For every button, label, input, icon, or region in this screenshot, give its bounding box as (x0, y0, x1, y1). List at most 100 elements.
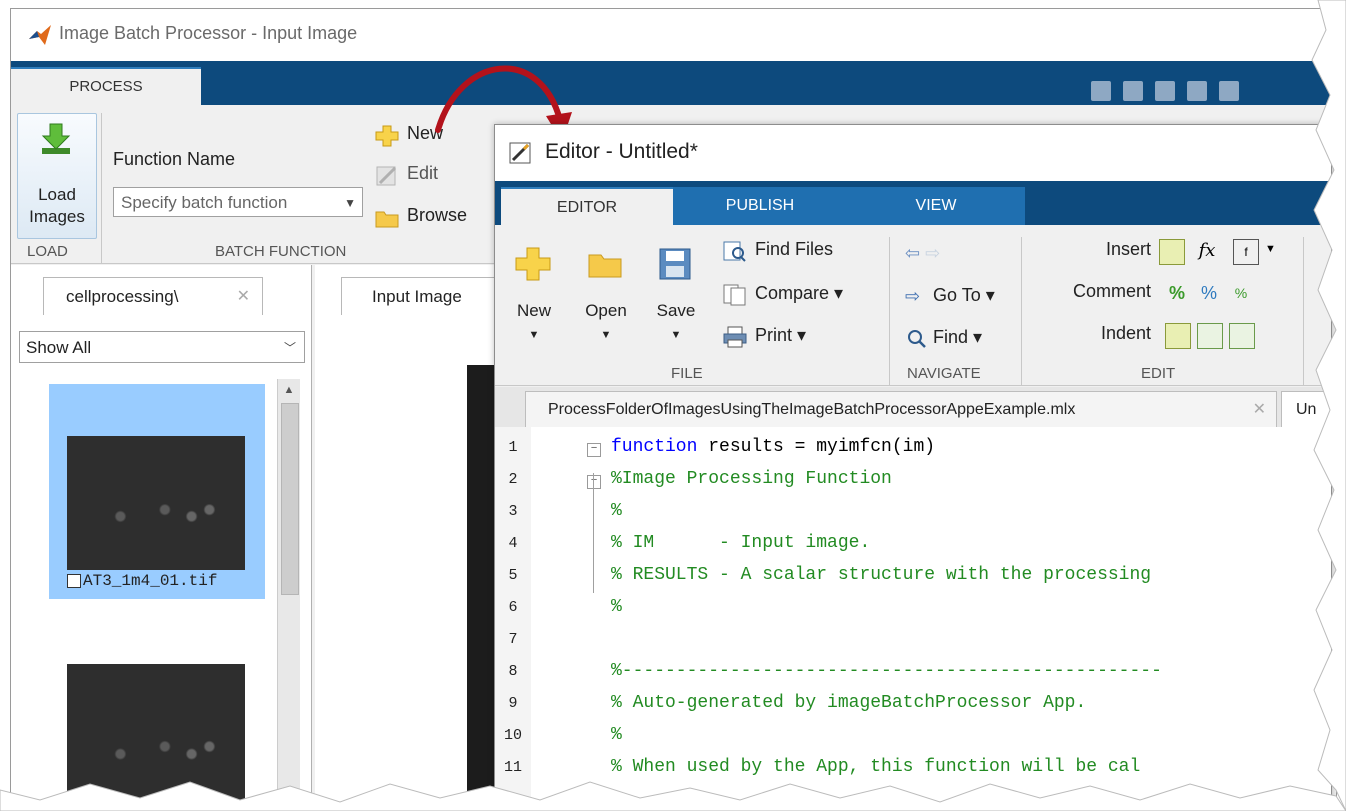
find-files-label: Find Files (755, 239, 834, 259)
print-text: Print (755, 325, 793, 345)
tab-process[interactable]: PROCESS (11, 67, 201, 107)
new-button[interactable]: New ▼ (503, 237, 565, 357)
chevron-down-icon: ▼ (528, 329, 540, 341)
comment-percent-icon[interactable]: % (1165, 281, 1189, 305)
editor-pencil-icon (509, 142, 531, 164)
fold-toggle-icon[interactable]: − (587, 443, 601, 457)
uncomment-icon[interactable]: % (1197, 281, 1221, 305)
find-label: Find ▾ (933, 327, 983, 347)
code-line-2: %Image Processing Function (611, 469, 892, 489)
editor-title-bar: Editor - Untitled* (495, 125, 1331, 181)
printer-icon (723, 326, 747, 348)
fold-toggle-icon[interactable]: − (587, 475, 601, 489)
tab-view[interactable]: VIEW (847, 187, 1025, 225)
show-filter-select[interactable]: Show All ﹀ (19, 331, 305, 363)
decrease-indent-icon[interactable] (1229, 323, 1255, 349)
scroll-up-icon[interactable]: ▲ (278, 379, 300, 401)
left-tab-label: cellprocessing\ (66, 287, 179, 306)
line-number: 1 (508, 439, 518, 456)
function-name-label: Function Name (113, 149, 236, 169)
close-icon[interactable]: ✕ (237, 278, 250, 316)
chevron-down-icon: ﹀ (283, 341, 296, 355)
scrollbar-thumb[interactable] (281, 403, 299, 595)
magnifier-icon (908, 330, 926, 348)
tab-cellprocessing[interactable]: cellprocessing\ ✕ (43, 277, 263, 315)
cell-image-thumbnail (67, 436, 245, 570)
compare-label: Compare ▾ (755, 283, 844, 303)
batch-function-group-label: BATCH FUNCTION (215, 243, 347, 260)
new-label: New (516, 301, 551, 320)
insert-section-icon[interactable] (1159, 239, 1185, 265)
code-line-5: % RESULTS - A scalar structure with the … (611, 565, 1152, 585)
thumbnail-scrollbar[interactable]: ▲ (277, 379, 300, 804)
close-icon[interactable]: ✕ (1253, 392, 1266, 428)
back-arrow-icon[interactable]: ⇦ (905, 243, 920, 263)
file-tab-untitled[interactable]: Un (1281, 391, 1331, 427)
ribbon-separator (1021, 237, 1022, 385)
code-editor[interactable]: 1 2 3 4 5 6 7 8 9 10 11 − − function res… (495, 427, 1331, 805)
fx-function-icon[interactable]: fx (1195, 239, 1219, 263)
undo-icon[interactable] (1219, 81, 1239, 101)
smart-indent-icon[interactable] (1165, 323, 1191, 349)
indent-label: Indent (1100, 323, 1151, 343)
compare-text: Compare (755, 283, 830, 303)
code-line-1: function results = myimfcn(im) (611, 437, 935, 457)
load-images-label: Load Images (29, 185, 85, 226)
file-tab-example-mlx[interactable]: ProcessFolderOfImagesUsingTheImageBatchP… (525, 391, 1277, 427)
wrap-comments-icon[interactable]: % (1229, 281, 1253, 305)
edit-pencil-icon (376, 166, 397, 186)
floppy-disk-icon (659, 248, 691, 280)
code-line-9: % Auto-generated by imageBatchProcessor … (611, 693, 1087, 713)
tab-editor[interactable]: EDITOR (501, 187, 673, 227)
edit-label: Edit (407, 163, 439, 183)
paste-icon[interactable] (1187, 81, 1207, 101)
line-number: 2 (508, 471, 518, 488)
tab-publish[interactable]: PUBLISH (673, 187, 847, 225)
show-filter-value: Show All (26, 338, 92, 357)
line-number: 5 (508, 567, 518, 584)
code-line-6: % (611, 597, 622, 617)
insert-label: Insert (1105, 239, 1151, 259)
plus-icon (375, 125, 399, 147)
go-to-arrow-icon: ⇨ (905, 286, 921, 306)
matlab-logo-icon (29, 25, 51, 45)
open-label: Open (585, 301, 627, 320)
thumbnail-checkbox[interactable] (67, 574, 81, 588)
comment-label: Comment (1072, 281, 1151, 301)
browse-label: Browse (407, 205, 468, 225)
code-line-10: % (611, 725, 622, 745)
editor-tab-bar: EDITOR PUBLISH VIEW (495, 181, 1331, 227)
line-number: 6 (508, 599, 518, 616)
insert-function-icon[interactable]: f (1233, 239, 1259, 265)
batch-function-select[interactable]: Specify batch function ▼ (113, 187, 363, 217)
ribbon-separator (889, 237, 890, 385)
chevron-down-icon: ▼ (670, 329, 682, 341)
line-number: 9 (508, 695, 518, 712)
folder-icon (588, 254, 622, 278)
load-group-label: LOAD (27, 243, 68, 260)
edit-group-label: EDIT (1141, 365, 1176, 382)
cell-image-thumbnail-2[interactable] (67, 664, 245, 804)
cut-icon[interactable] (1123, 81, 1143, 101)
file-group-label: FILE (671, 365, 703, 382)
editor-window-title: Editor - Untitled* (545, 140, 698, 163)
code-line-11: % When used by the App, this function wi… (611, 757, 1141, 777)
save-button[interactable]: Save ▼ (645, 237, 707, 357)
forward-arrow-icon: ⇨ (925, 243, 941, 263)
chevron-down-icon: ▼ (600, 329, 612, 341)
print-label: Print ▾ (755, 325, 807, 345)
chevron-down-icon[interactable]: ▼ (1265, 243, 1276, 255)
increase-indent-icon[interactable] (1197, 323, 1223, 349)
save-icon[interactable] (1091, 81, 1111, 101)
go-to-text: Go To (933, 285, 981, 305)
back-forward-buttons[interactable]: ⇦ ⇨ (905, 243, 940, 273)
thumbnail-filename: AT3_1m4_01.tif (83, 572, 218, 590)
ibp-title-bar: Image Batch Processor - Input Image (11, 9, 1336, 61)
line-number: 11 (503, 759, 522, 776)
copy-icon[interactable] (1155, 81, 1175, 101)
thumbnail-selected[interactable]: AT3_1m4_01.tif (49, 384, 265, 599)
navigate-group-label: NAVIGATE (907, 365, 981, 382)
open-button[interactable]: Open ▼ (575, 237, 637, 357)
go-to-label: Go To ▾ (933, 285, 995, 305)
load-images-button[interactable]: Load Images (17, 113, 97, 239)
